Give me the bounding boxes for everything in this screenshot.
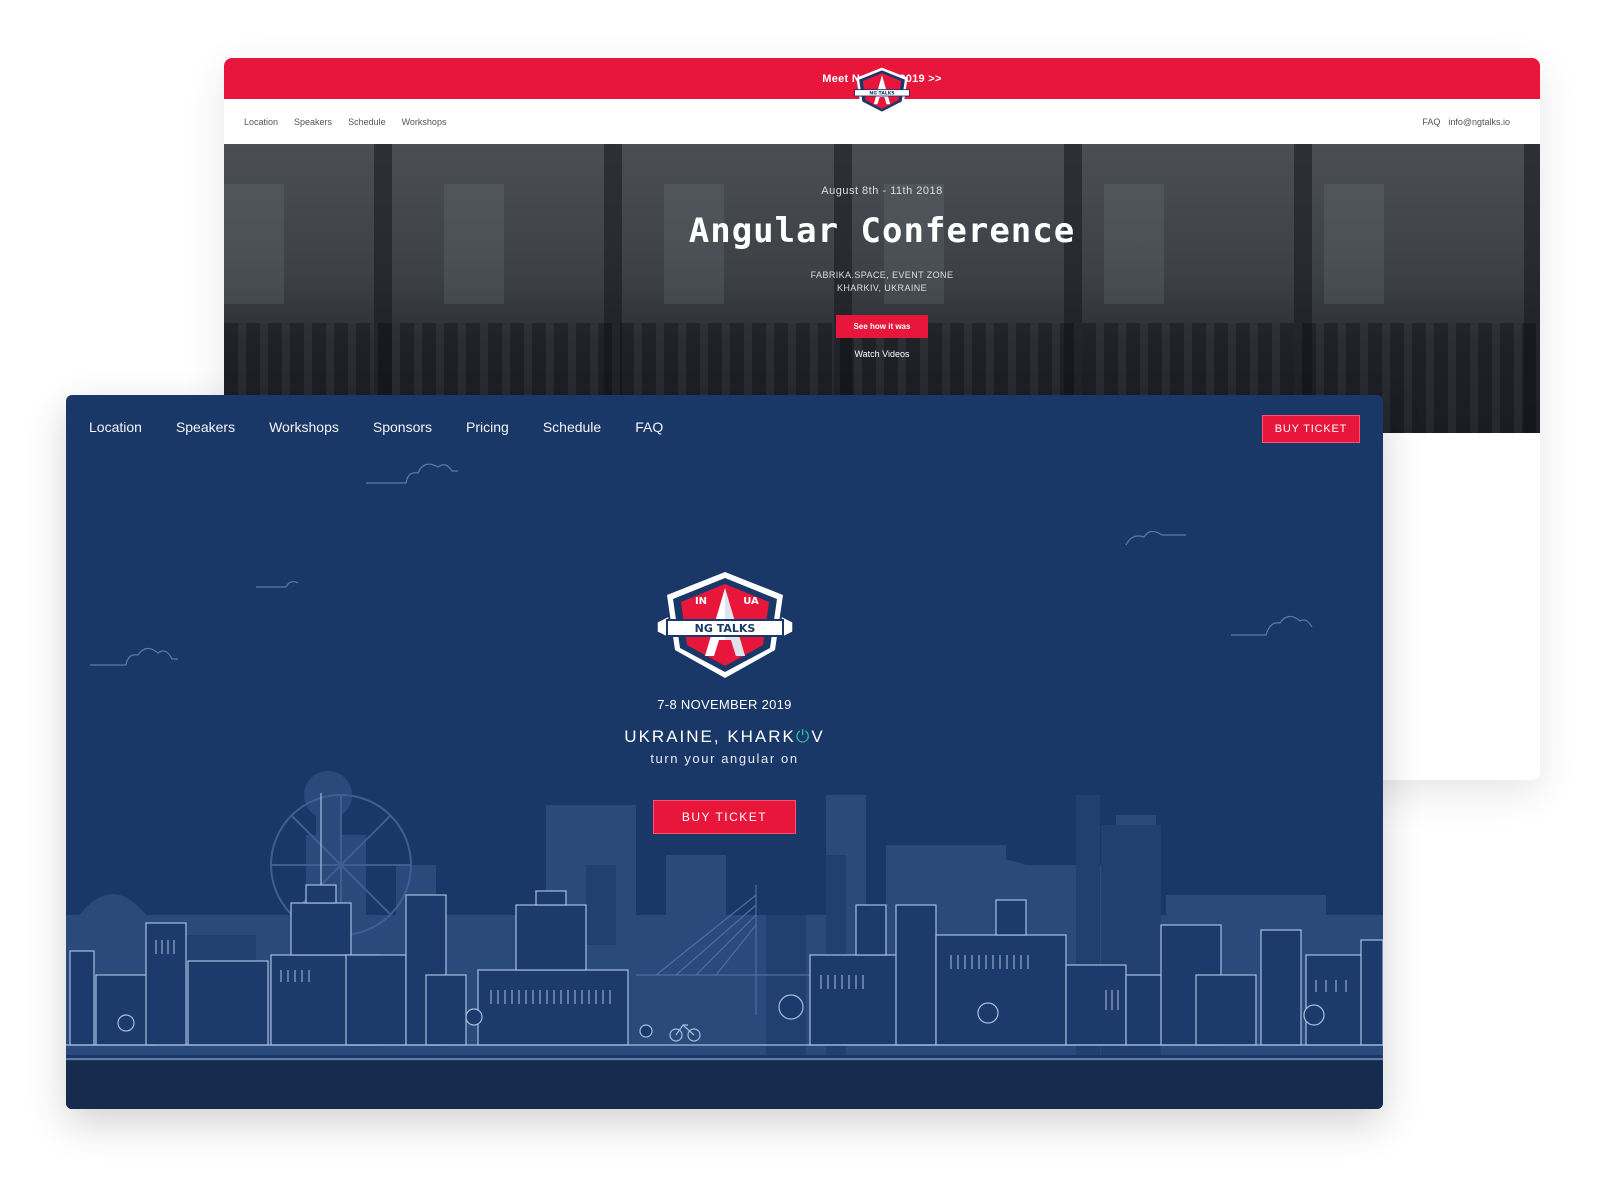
nav-speakers[interactable]: Speakers (176, 419, 235, 435)
ngtalks-logo[interactable]: IN UA NG TALKS (655, 570, 795, 680)
city-suffix: V (811, 727, 825, 746)
event-date: 7-8 NOVEMBER 2019 (657, 697, 792, 712)
old-site-hero: August 8th - 11th 2018 Angular Conferenc… (224, 144, 1540, 433)
nav-schedule[interactable]: Schedule (543, 419, 601, 435)
logo-in-text: IN (695, 596, 707, 607)
old-hero-dates: August 8th - 11th 2018 (821, 185, 943, 197)
watch-videos-link[interactable]: Watch Videos (224, 349, 1540, 359)
nav-sponsors[interactable]: Sponsors (373, 419, 432, 435)
ground-strip (66, 1061, 1383, 1109)
logo-banner-text: NG TALKS (695, 622, 756, 635)
old-nav-speakers[interactable]: Speakers (294, 117, 332, 127)
see-how-it-was-button[interactable]: See how it was (835, 315, 929, 338)
logo-ua-text: UA (743, 596, 759, 607)
logo-banner-text-small: NG TALKS (869, 91, 894, 97)
old-nav-workshops[interactable]: Workshops (402, 117, 447, 127)
nav-faq[interactable]: FAQ (635, 419, 663, 435)
event-location: UKRAINE, KHARK⏻V (66, 727, 1383, 747)
event-tagline: turn your angular on (650, 751, 799, 766)
old-hero-title: Angular Conference (688, 211, 1076, 251)
old-nav-left: Location Speakers Schedule Workshops (244, 117, 446, 127)
main-nav: Location Speakers Workshops Sponsors Pri… (89, 419, 697, 435)
old-hero-venue: FABRIKA.SPACE, EVENT ZONE KHARKIV, UKRAI… (224, 269, 1540, 295)
city-prefix: UKRAINE, KHARK (624, 727, 796, 746)
nav-pricing[interactable]: Pricing (466, 419, 509, 435)
old-nav-location[interactable]: Location (244, 117, 278, 127)
old-nav-right: FAQ info@ngtalks.io (1422, 117, 1510, 127)
old-nav-email[interactable]: info@ngtalks.io (1448, 117, 1510, 127)
old-nav-schedule[interactable]: Schedule (348, 117, 386, 127)
new-site-window: Location Speakers Workshops Sponsors Pri… (66, 395, 1383, 1109)
power-icon: ⏻ (795, 727, 812, 746)
old-hero-venue-line2: KHARKIV, UKRAINE (836, 283, 928, 293)
old-nav-faq[interactable]: FAQ (1422, 117, 1440, 127)
nav-location[interactable]: Location (89, 419, 142, 435)
buy-ticket-hero-button[interactable]: BUY TICKET (653, 800, 796, 834)
ngtalks-logo-small[interactable]: NG TALKS (850, 62, 914, 120)
old-hero-venue-line1: FABRIKA.SPACE, EVENT ZONE (810, 270, 954, 280)
buy-ticket-nav-button[interactable]: BUY TICKET (1262, 415, 1360, 443)
nav-workshops[interactable]: Workshops (269, 419, 339, 435)
